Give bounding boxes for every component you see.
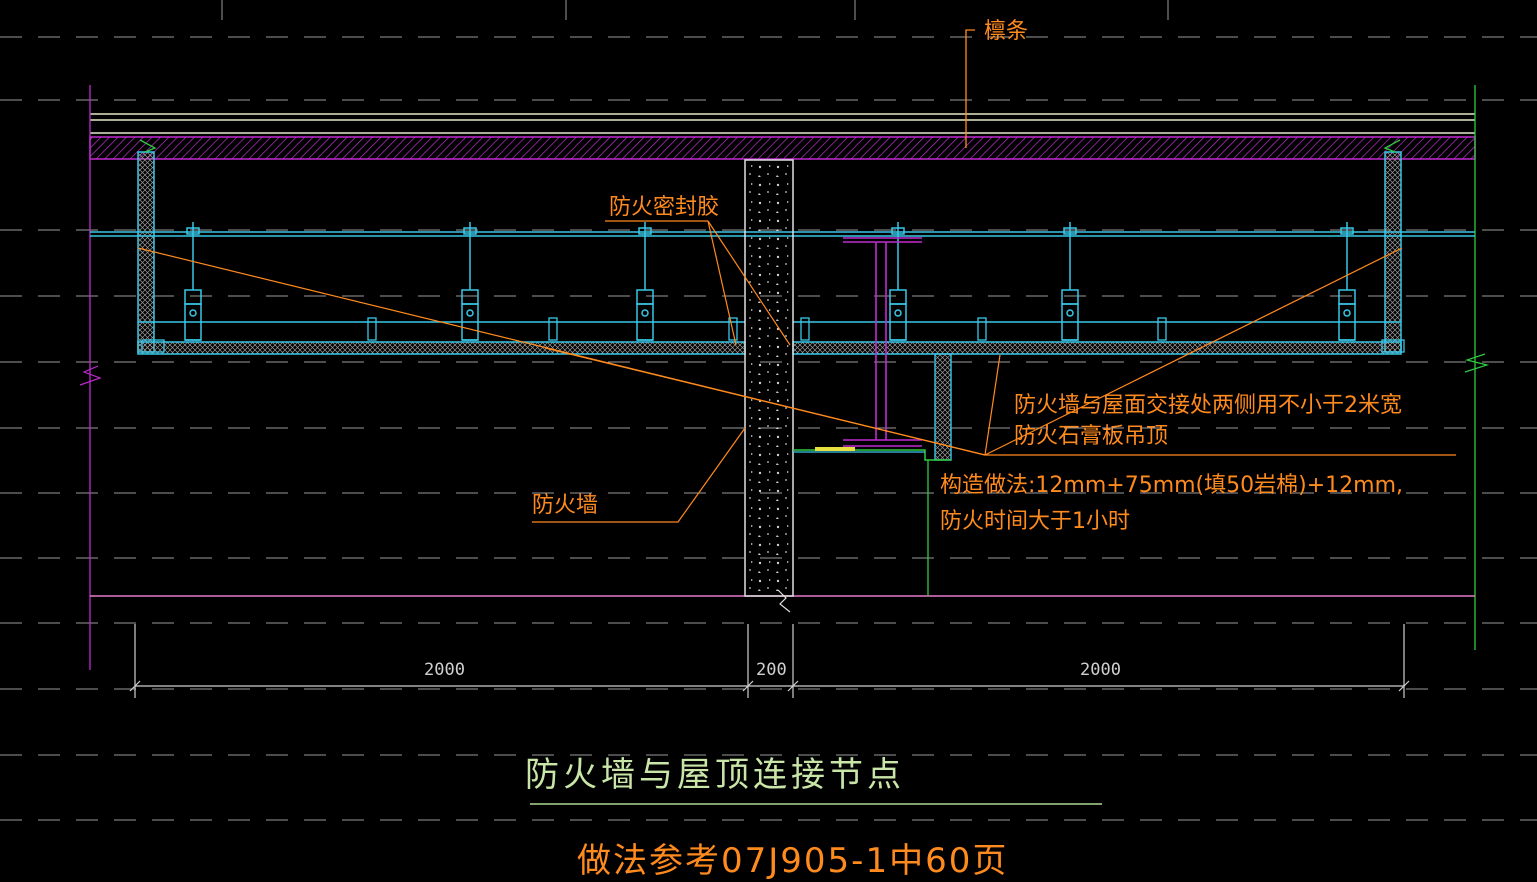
note-line-1: 防火墙与屋面交接处两侧用不小于2米宽 (1014, 393, 1402, 418)
roof-layers (89, 113, 1476, 160)
dimension-left: 2000 (424, 660, 465, 680)
firewall-label: 防火墙 (532, 493, 598, 518)
purlin-label: 檩条 (984, 19, 1028, 44)
dimension-right: 2000 (1080, 660, 1121, 680)
sealant-label: 防火密封胶 (609, 195, 719, 220)
dimension-middle: 200 (756, 660, 787, 680)
note-line-3: 构造做法:12mm+75mm(填50岩棉)+12mm, (940, 473, 1403, 498)
cad-drawing-canvas: 檩条 防火密封胶 防火墙与屋面交接处两侧用不小于2米宽 防火石膏板吊顶 构造做法… (0, 0, 1537, 881)
note-line-4: 防火时间大于1小时 (940, 509, 1130, 534)
firewall-section (744, 159, 794, 613)
note-line-2: 防火石膏板吊顶 (1014, 424, 1168, 449)
drawing-title: 防火墙与屋顶连接节点 (525, 755, 905, 795)
purlin-callout: 檩条 (965, 19, 1028, 148)
beam-fire-cladding (793, 353, 952, 596)
reference-note: 做法参考07J905-1中60页 (577, 841, 1008, 881)
